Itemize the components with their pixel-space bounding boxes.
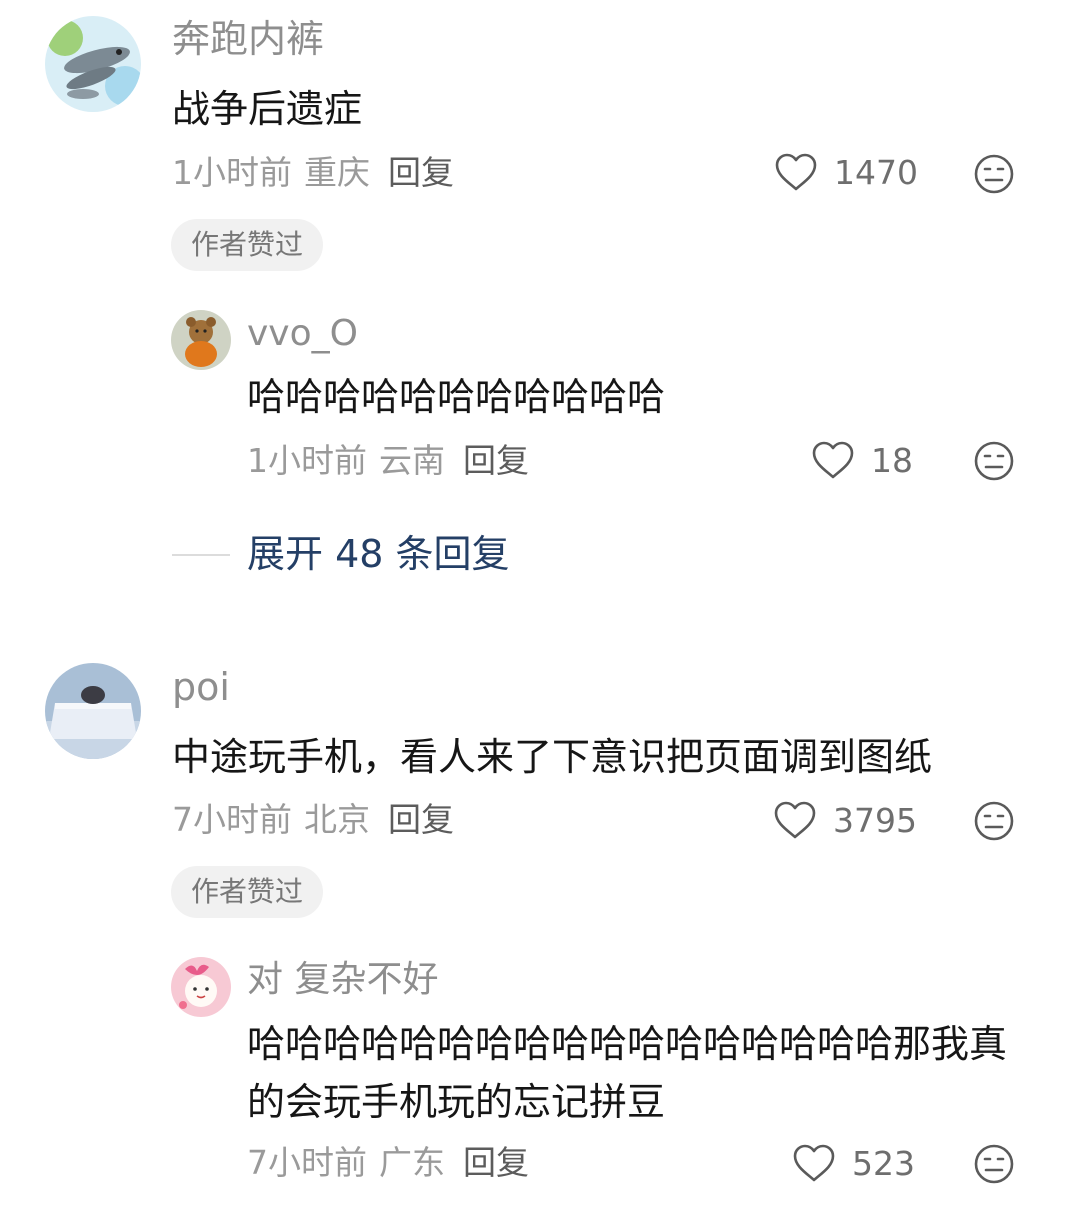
reply-time: 7小时前 — [247, 1143, 367, 1182]
reply-meta: 7小时前 广东 回复 — [247, 1146, 529, 1179]
reply-location: 云南 — [379, 441, 445, 480]
heart-outline-icon — [775, 153, 817, 191]
comment-location: 北京 — [304, 800, 370, 839]
like-button[interactable]: 18 — [811, 440, 913, 480]
reply-content: 哈哈哈哈哈哈哈哈哈哈哈 — [247, 375, 666, 419]
like-count: 523 — [852, 1143, 915, 1183]
comment-location: 重庆 — [304, 153, 370, 192]
avatar-fish-image — [45, 16, 141, 112]
reply-avatar[interactable] — [171, 310, 231, 370]
expand-replies-button[interactable]: 展开 48 条回复 — [247, 535, 510, 573]
user-avatar[interactable] — [45, 663, 141, 759]
reply-button[interactable]: 回复 — [463, 441, 529, 480]
meh-face-icon — [974, 1144, 1014, 1184]
dislike-button[interactable] — [973, 1143, 1015, 1185]
comment-content: 战争后遗症 — [172, 87, 363, 131]
dislike-button[interactable] — [973, 153, 1015, 195]
comment-time: 7小时前 — [172, 800, 292, 839]
like-count: 3795 — [833, 800, 917, 840]
reply-content: 哈哈哈哈哈哈哈哈哈哈哈哈哈哈哈哈哈那我真的会玩手机玩的忘记拼豆 — [247, 1022, 1008, 1124]
meh-face-icon — [974, 154, 1014, 194]
author-liked-badge: 作者赞过 — [171, 219, 324, 271]
avatar-table-image — [45, 663, 141, 759]
author-liked-badge: 作者赞过 — [171, 866, 324, 918]
heart-outline-icon — [774, 801, 816, 839]
avatar-bear-image — [171, 310, 231, 370]
like-count: 18 — [871, 440, 913, 480]
comment-meta: 1小时前 重庆 回复 — [172, 156, 454, 189]
dislike-button[interactable] — [973, 800, 1015, 842]
dislike-button[interactable] — [973, 440, 1015, 482]
reply-avatar[interactable] — [171, 957, 231, 1017]
comment-time: 1小时前 — [172, 153, 292, 192]
comment-username[interactable]: 奔跑内裤 — [172, 20, 324, 58]
comment-meta: 7小时前 北京 回复 — [172, 803, 454, 836]
reply-username[interactable]: vvo_O — [247, 316, 358, 352]
user-avatar[interactable] — [45, 16, 141, 112]
reply-meta: 1小时前 云南 回复 — [247, 444, 529, 477]
reply-button[interactable]: 回复 — [463, 1143, 529, 1182]
meh-face-icon — [974, 441, 1014, 481]
heart-outline-icon — [812, 441, 854, 479]
like-button[interactable]: 1470 — [774, 152, 918, 192]
comment-username[interactable]: poi — [172, 668, 230, 706]
like-button[interactable]: 3795 — [773, 800, 917, 840]
reply-time: 1小时前 — [247, 441, 367, 480]
like-count: 1470 — [834, 152, 918, 192]
meh-face-icon — [974, 801, 1014, 841]
reply-location: 广东 — [379, 1143, 445, 1182]
expand-divider — [172, 554, 230, 556]
comment-content: 中途玩手机，看人来了下意识把页面调到图纸 — [172, 735, 933, 779]
avatar-cartoon-image — [171, 957, 231, 1017]
reply-username[interactable]: 对 复杂不好 — [247, 962, 438, 998]
like-button[interactable]: 523 — [792, 1143, 915, 1183]
heart-outline-icon — [793, 1144, 835, 1182]
reply-button[interactable]: 回复 — [388, 800, 454, 839]
reply-button[interactable]: 回复 — [388, 153, 454, 192]
